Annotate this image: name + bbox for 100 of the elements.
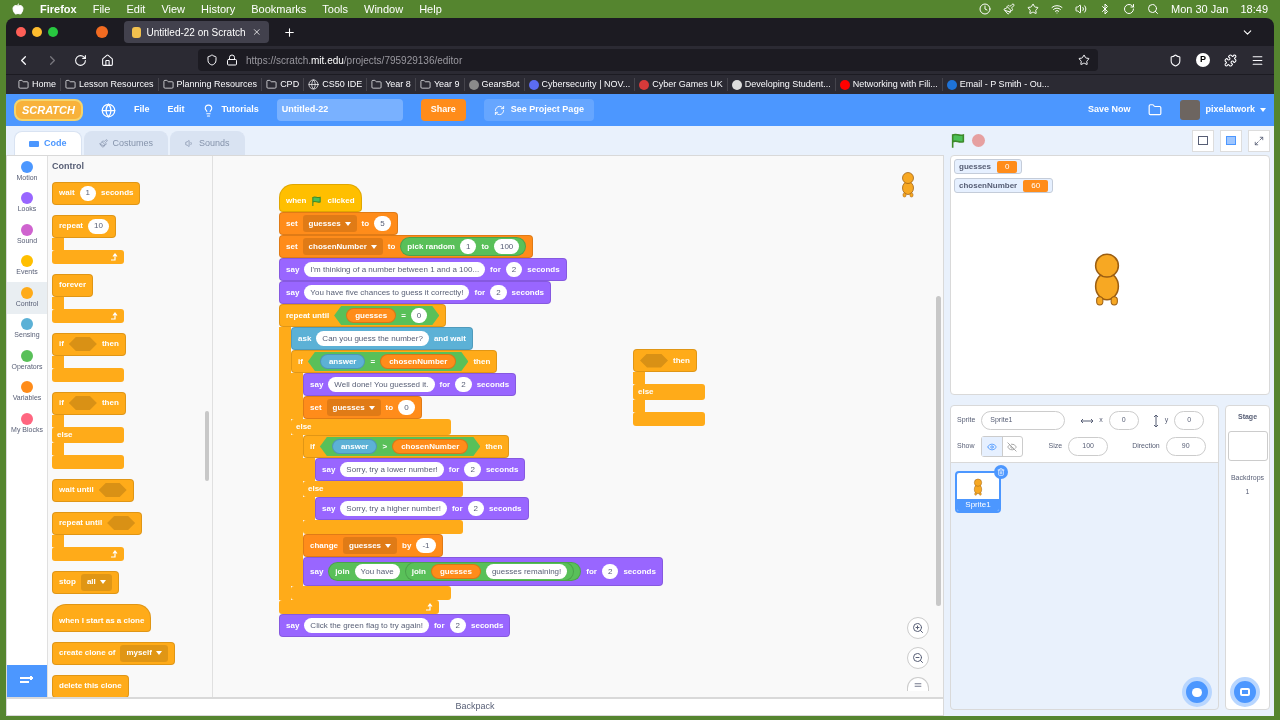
- menubar-item[interactable]: History: [201, 0, 236, 18]
- block-input[interactable]: 2: [505, 262, 523, 277]
- code-block[interactable]: set chosenNumber to pick random 1 to 100: [279, 235, 534, 258]
- block-input[interactable]: 2: [464, 462, 481, 477]
- add-extension-button[interactable]: [7, 665, 47, 697]
- language-icon[interactable]: [100, 102, 116, 118]
- reload-icon[interactable]: [74, 53, 87, 67]
- code-block[interactable]: set guesses to 5: [279, 212, 398, 235]
- menubar-app-name[interactable]: Firefox: [40, 0, 77, 18]
- code-block[interactable]: say Well done! You guessed it. for 2 seconds: [303, 373, 517, 396]
- bookmark-item[interactable]: Cybersecurity | NOV...: [524, 77, 636, 92]
- code-block[interactable]: ask Can you guess the number? and wait: [291, 327, 473, 350]
- flag-icon[interactable]: [950, 132, 966, 149]
- block-input[interactable]: I'm thinking of a number between 1 and a 100...: [304, 262, 486, 277]
- reporter-block[interactable]: join guesses guesses remaining!: [404, 562, 575, 581]
- user-avatar[interactable]: [1180, 100, 1201, 120]
- bookmark-item[interactable]: Lesson Resources: [61, 77, 159, 92]
- menubar-item[interactable]: Edit: [126, 0, 146, 18]
- scrollbar[interactable]: [936, 296, 941, 606]
- block-input[interactable]: Sorry, try a lower number!: [340, 462, 444, 477]
- new-tab-icon[interactable]: [283, 25, 296, 39]
- bookmark-item[interactable]: CPD: [262, 77, 305, 92]
- browser-tab[interactable]: Untitled-22 on Scratch: [124, 21, 269, 43]
- reporter-block[interactable]: join You have join guesses guesses remaining!: [328, 562, 582, 581]
- minimize-window-icon[interactable]: [32, 27, 42, 37]
- block-input[interactable]: -1: [416, 538, 436, 553]
- bookmark-item[interactable]: Developing Student...: [727, 77, 836, 92]
- boolean-block[interactable]: guesses = 0: [334, 306, 440, 325]
- scrollbar[interactable]: [205, 411, 209, 481]
- search-icon[interactable]: [1147, 3, 1159, 15]
- reporter-block[interactable]: pick random 1 to 100: [400, 237, 527, 256]
- block-input[interactable]: 0: [398, 400, 415, 415]
- close-icon[interactable]: [251, 27, 261, 37]
- code-block[interactable]: say Click the green flag to try again! for 2 seconds: [279, 614, 511, 637]
- bookmark-item[interactable]: Networking with Fili...: [835, 77, 943, 92]
- variable-monitor[interactable]: chosenNumber 60: [954, 178, 1054, 193]
- apple-logo-icon[interactable]: [12, 3, 24, 15]
- bookmark-item[interactable]: Cyber Games UK: [635, 77, 728, 92]
- backdrop-thumbnail[interactable]: [1227, 430, 1268, 461]
- bookmark-star-icon[interactable]: [1078, 54, 1090, 66]
- choose-sprite-button[interactable]: [1182, 677, 1212, 707]
- small-stage-button[interactable]: [1192, 129, 1214, 152]
- block-input[interactable]: Click the green flag to try again!: [304, 618, 429, 633]
- block-input[interactable]: You have: [354, 564, 400, 579]
- block-input[interactable]: 100: [493, 239, 520, 254]
- code-block[interactable]: repeat 10: [52, 214, 116, 238]
- zoom-in-button[interactable]: [907, 617, 929, 639]
- bookmark-item[interactable]: Planning Resources: [158, 77, 263, 92]
- bookmark-item[interactable]: CS50 IDE: [304, 77, 368, 92]
- menubar-item[interactable]: Tools: [322, 0, 348, 18]
- code-block[interactable]: say You have five chances to guess it correctly! for 2 seconds: [279, 281, 552, 304]
- delete-sprite-button[interactable]: [994, 465, 1008, 479]
- block-input[interactable]: 2: [490, 285, 507, 300]
- choose-backdrop-button[interactable]: [1230, 677, 1260, 707]
- block-input[interactable]: 10: [88, 218, 109, 234]
- code-block[interactable]: say I'm thinking of a number between 1 and a 100... for 2 seconds: [279, 258, 567, 281]
- home-icon[interactable]: [101, 53, 114, 67]
- show-sprite-toggle[interactable]: [981, 437, 1002, 456]
- wifi-icon[interactable]: [1051, 3, 1063, 15]
- block-input[interactable]: Well done! You guessed it.: [328, 377, 435, 392]
- address-bar[interactable]: https://scratch.mit.edu/projects/795929136/editor: [198, 49, 1098, 71]
- code-block[interactable]: set guesses to 0: [303, 396, 422, 419]
- stage-canvas[interactable]: guesses 0 chosenNumber 60: [950, 155, 1270, 395]
- extensions-icon[interactable]: [1224, 53, 1237, 67]
- block-input[interactable]: 1: [79, 185, 96, 201]
- block-input[interactable]: 2: [455, 377, 472, 392]
- volume-icon[interactable]: [1075, 3, 1087, 15]
- normal-stage-button[interactable]: [1220, 129, 1242, 152]
- maximize-window-icon[interactable]: [48, 27, 58, 37]
- stop-icon[interactable]: [972, 134, 985, 147]
- zoom-out-button[interactable]: [907, 647, 929, 669]
- menubar-item[interactable]: Window: [364, 0, 404, 18]
- variable-monitor[interactable]: guesses 0: [954, 159, 1023, 174]
- bookmark-item[interactable]: Email - P Smith - Ou...: [942, 77, 1054, 92]
- reset-zoom-button[interactable]: [907, 677, 929, 691]
- block-input[interactable]: 2: [467, 501, 485, 516]
- fullscreen-button[interactable]: [1248, 129, 1270, 152]
- code-block[interactable]: say Sorry, try a lower number! for 2 seconds: [315, 458, 526, 481]
- code-block[interactable]: say Sorry, try a higher number! for 2 seconds: [315, 497, 529, 520]
- block-input[interactable]: Can you guess the number?: [316, 331, 429, 346]
- menubar-item[interactable]: Bookmarks: [251, 0, 307, 18]
- block-input[interactable]: 2: [449, 618, 466, 633]
- block-input[interactable]: You have five chances to guess it correctly!: [304, 285, 470, 300]
- profile-avatar[interactable]: P: [1196, 53, 1210, 67]
- block-input[interactable]: guesses remaining!: [485, 564, 568, 579]
- bookmark-item[interactable]: Year 8: [367, 77, 416, 92]
- block-input[interactable]: Sorry, try a higher number!: [340, 501, 447, 516]
- bluetooth-icon[interactable]: [1099, 3, 1111, 15]
- bookmark-item[interactable]: Home: [14, 77, 61, 92]
- my-stuff-icon[interactable]: [1148, 103, 1163, 117]
- paintbrush-icon[interactable]: [1003, 3, 1015, 15]
- backpack-bar[interactable]: Backpack: [6, 698, 944, 716]
- menubar-item[interactable]: Help: [419, 0, 442, 18]
- block-input[interactable]: 2: [601, 564, 619, 579]
- block-input[interactable]: 0: [410, 308, 428, 323]
- menubar-date[interactable]: Mon 30 Jan: [1171, 0, 1229, 18]
- bookmark-item[interactable]: GearsBot: [464, 77, 525, 92]
- bookmark-item[interactable]: Year 9: [415, 77, 465, 92]
- star-icon[interactable]: [1027, 3, 1039, 15]
- firefox-logo-icon[interactable]: [96, 26, 108, 38]
